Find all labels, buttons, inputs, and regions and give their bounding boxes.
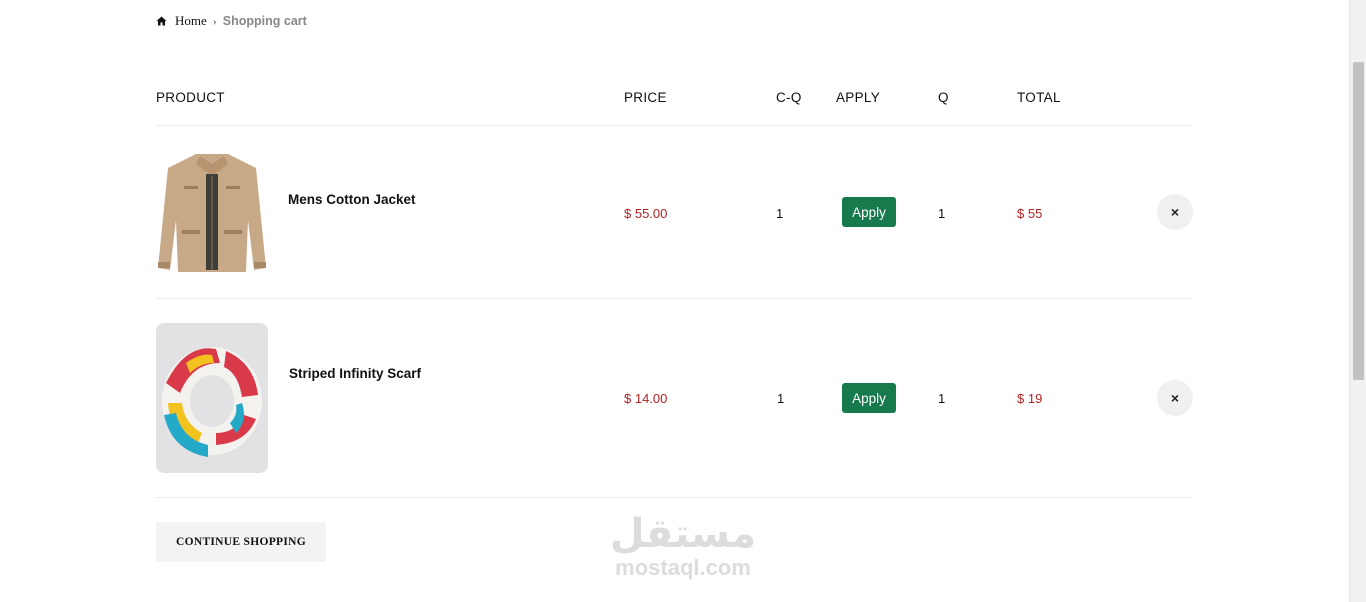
- remove-item-button[interactable]: ×: [1157, 194, 1193, 230]
- header-price: PRICE: [624, 90, 667, 105]
- product-price: $ 55.00: [624, 206, 668, 221]
- home-icon: [156, 16, 167, 26]
- continue-shopping-button[interactable]: CONTINUE SHOPPING: [156, 522, 326, 562]
- product-name[interactable]: Mens Cotton Jacket: [288, 192, 416, 207]
- table-row: Mens Cotton Jacket $ 55.00 1 Apply 1 $ 5…: [156, 126, 1193, 299]
- shopping-cart-page: Home › Shopping cart PRODUCT PRICE C-Q A…: [0, 0, 1366, 602]
- row-total: $ 19: [1017, 391, 1043, 406]
- scrollbar-thumb[interactable]: [1353, 62, 1364, 380]
- quantity-value: 1: [938, 206, 946, 221]
- quantity-value: 1: [938, 391, 946, 406]
- header-product: PRODUCT: [156, 90, 225, 105]
- watermark-logo: مستقل mostaql.com: [600, 512, 766, 592]
- breadcrumb-home-link[interactable]: Home: [175, 13, 207, 29]
- header-apply: APPLY: [836, 90, 881, 105]
- product-name[interactable]: Striped Infinity Scarf: [289, 366, 421, 381]
- watermark-arabic: مستقل: [609, 511, 757, 557]
- close-icon: ×: [1170, 204, 1180, 220]
- cart-table-header: PRODUCT PRICE C-Q APPLY Q TOTAL: [156, 90, 1192, 126]
- breadcrumb: Home › Shopping cart: [156, 13, 307, 29]
- table-row: Striped Infinity Scarf $ 14.00 1 Apply 1…: [156, 299, 1193, 498]
- header-q: Q: [938, 90, 949, 105]
- header-cq: C-Q: [776, 90, 802, 105]
- breadcrumb-current: Shopping cart: [222, 14, 307, 28]
- jacket-image: [156, 150, 268, 274]
- watermark-latin: mostaql.com: [615, 555, 751, 580]
- chevron-right-icon: ›: [212, 13, 217, 28]
- remove-item-button[interactable]: ×: [1157, 380, 1193, 416]
- vertical-scrollbar[interactable]: [1349, 0, 1366, 602]
- close-icon: ×: [1170, 390, 1180, 406]
- cq-value: 1: [777, 391, 785, 406]
- scarf-image: [156, 323, 268, 473]
- product-price: $ 14.00: [624, 391, 668, 406]
- cq-value: 1: [776, 206, 784, 221]
- apply-button[interactable]: Apply: [842, 383, 896, 413]
- product-image-jacket[interactable]: [156, 150, 268, 274]
- apply-button[interactable]: Apply: [842, 197, 896, 227]
- row-total: $ 55: [1017, 206, 1043, 221]
- header-total: TOTAL: [1017, 90, 1061, 105]
- product-image-scarf[interactable]: [156, 323, 268, 473]
